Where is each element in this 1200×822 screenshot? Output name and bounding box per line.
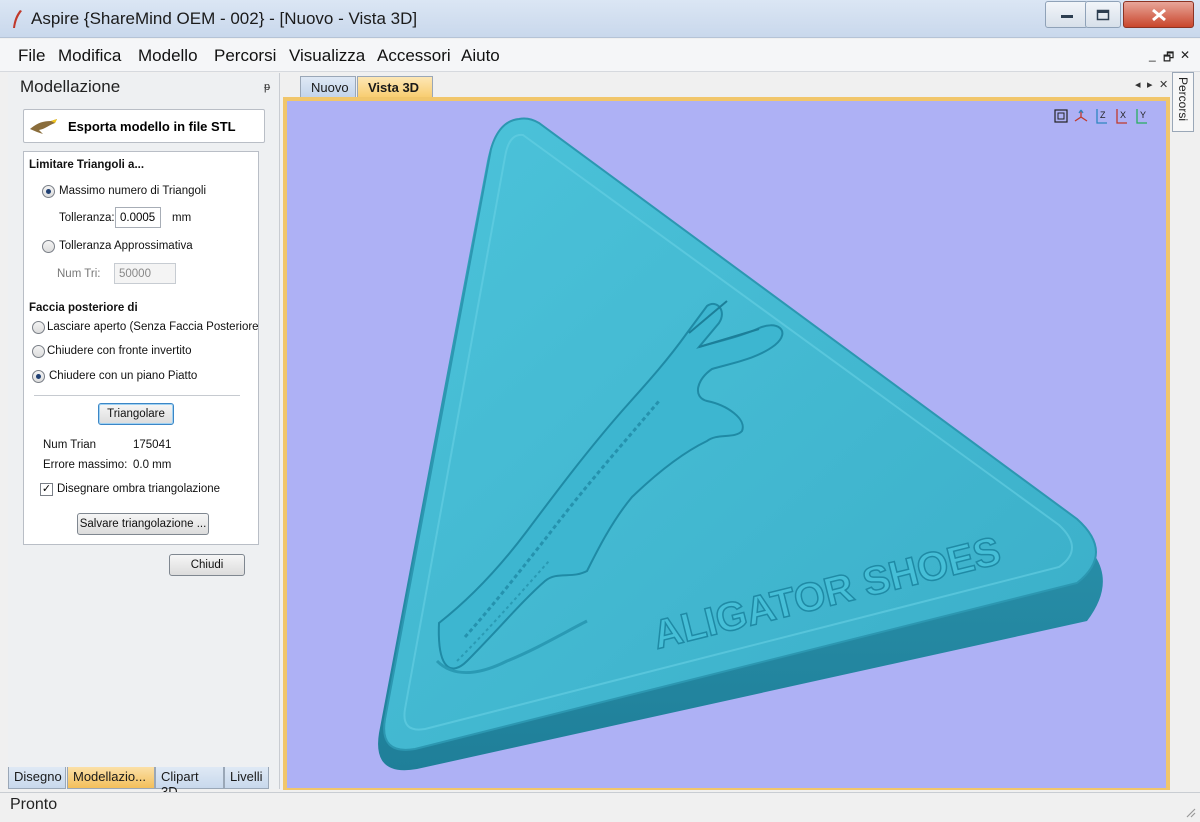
limit-section-title: Limitare Triangoli a... bbox=[29, 159, 145, 171]
maximize-button[interactable] bbox=[1085, 1, 1121, 28]
minimize-icon bbox=[1060, 14, 1073, 18]
tab-scroll-right-icon[interactable]: ▸ bbox=[1147, 78, 1153, 91]
tab-livelli[interactable]: Livelli bbox=[224, 767, 269, 789]
tab-scroll-left-icon[interactable]: ◂ bbox=[1135, 78, 1141, 91]
y-axis-label: Y bbox=[1140, 110, 1146, 120]
mdi-close-icon[interactable]: ✕ bbox=[1180, 48, 1190, 62]
mdi-minimize-icon[interactable]: _ bbox=[1149, 48, 1156, 62]
minimize-button[interactable] bbox=[1045, 1, 1088, 28]
close-window-button[interactable] bbox=[1123, 1, 1194, 28]
radio-leave-open-label: Lasciare aperto (Senza Faccia Posteriore bbox=[47, 321, 259, 333]
iso-view-icon[interactable] bbox=[1073, 107, 1089, 125]
status-bar: Pronto bbox=[0, 792, 1200, 822]
tab-clipart-3d[interactable]: Clipart 3D bbox=[155, 767, 224, 799]
plaque-top bbox=[383, 117, 1097, 751]
tolerance-unit: mm bbox=[172, 212, 192, 224]
doc-tab-vista-3d[interactable]: Vista 3D bbox=[357, 76, 433, 98]
max-error-label: Errore massimo: bbox=[43, 459, 128, 471]
radio-leave-open[interactable] bbox=[32, 321, 45, 334]
side-tab-percorsi[interactable]: Percorsi bbox=[1172, 72, 1194, 132]
save-triangulation-button[interactable]: Salvare triangolazione ... bbox=[77, 513, 209, 535]
divider bbox=[34, 395, 240, 396]
radio-approx-tolerance[interactable] bbox=[42, 240, 55, 253]
tab-modellazione[interactable]: Modellazio... bbox=[67, 767, 155, 789]
num-tri-label: Num Tri: bbox=[57, 268, 101, 280]
tolerance-label: Tolleranza: bbox=[59, 212, 115, 224]
num-trian-value: 175041 bbox=[133, 439, 172, 451]
menu-visualizza[interactable]: Visualizza bbox=[289, 46, 365, 66]
y-view-icon[interactable]: Y bbox=[1133, 107, 1149, 125]
3d-viewport[interactable]: ALIGATOR SHOES Z X Y bbox=[287, 101, 1166, 788]
aspire-logo-icon bbox=[13, 10, 22, 28]
triangulate-button[interactable]: Triangolare bbox=[98, 403, 174, 425]
x-axis-label: X bbox=[1120, 110, 1126, 120]
side-tab-label: Percorsi bbox=[1176, 77, 1190, 122]
export-title: Esporta modello in file STL bbox=[68, 119, 236, 134]
num-tri-input[interactable] bbox=[114, 263, 176, 284]
mdi-restore-icon[interactable]: 🗗 bbox=[1163, 48, 1174, 69]
title-bar: Aspire {ShareMind OEM - 002} - [Nuovo - … bbox=[0, 0, 1200, 38]
fit-view-icon[interactable] bbox=[1053, 107, 1069, 125]
relief-model: ALIGATOR SHOES bbox=[378, 117, 1103, 771]
tolerance-input[interactable] bbox=[115, 207, 161, 228]
panel-title: Modellazione bbox=[20, 77, 121, 96]
radio-max-triangles[interactable] bbox=[42, 185, 55, 198]
radio-close-inverted[interactable] bbox=[32, 345, 45, 358]
menu-bar: File Modifica Modello Percorsi Visualizz… bbox=[0, 39, 1200, 72]
max-error-value: 0.0 mm bbox=[133, 459, 172, 471]
eagle-icon bbox=[30, 119, 57, 134]
menu-percorsi[interactable]: Percorsi bbox=[214, 46, 276, 66]
radio-max-triangles-label: Massimo numero di Triangoli bbox=[59, 185, 207, 197]
close-panel-button[interactable]: Chiudi bbox=[169, 554, 245, 576]
viewport-frame: ALIGATOR SHOES Z X Y bbox=[283, 97, 1170, 790]
export-header: Esporta modello in file STL bbox=[23, 109, 265, 143]
window-title: Aspire {ShareMind OEM - 002} - [Nuovo - … bbox=[31, 9, 418, 28]
x-view-icon[interactable]: X bbox=[1113, 107, 1129, 125]
menu-file[interactable]: File bbox=[18, 46, 45, 66]
menu-modello[interactable]: Modello bbox=[138, 46, 198, 66]
back-face-section-title: Faccia posteriore di bbox=[29, 302, 138, 314]
menu-aiuto[interactable]: Aiuto bbox=[461, 46, 500, 66]
menu-accessori[interactable]: Accessori bbox=[377, 46, 451, 66]
close-icon bbox=[1151, 8, 1166, 21]
draw-shadow-label: Disegnare ombra triangolazione bbox=[57, 483, 221, 495]
radio-approx-label: Tolleranza Approssimativa bbox=[59, 240, 193, 252]
tab-disegno[interactable]: Disegno bbox=[8, 767, 66, 789]
stl-options-form: Limitare Triangoli a... Massimo numero d… bbox=[23, 151, 259, 545]
resize-grip-icon[interactable] bbox=[1184, 806, 1196, 818]
menu-modifica[interactable]: Modifica bbox=[58, 46, 121, 66]
num-trian-label: Num Trian bbox=[43, 439, 97, 451]
radio-close-inverted-label: Chiudere con fronte invertito bbox=[47, 345, 192, 357]
modeling-panel: Modellazione ᵽ Esporta modello in file S… bbox=[8, 73, 280, 789]
draw-shadow-checkbox[interactable]: ✓ bbox=[40, 483, 53, 496]
z-view-icon[interactable]: Z bbox=[1093, 107, 1109, 125]
radio-close-flat[interactable] bbox=[32, 370, 45, 383]
pin-icon[interactable]: ᵽ bbox=[264, 81, 270, 93]
maximize-icon bbox=[1096, 9, 1110, 20]
radio-close-flat-label: Chiudere con un piano Piatto bbox=[49, 370, 198, 382]
tab-close-icon[interactable]: ✕ bbox=[1159, 78, 1168, 91]
status-text: Pronto bbox=[10, 796, 58, 813]
z-axis-label: Z bbox=[1100, 110, 1106, 120]
doc-tab-nuovo[interactable]: Nuovo bbox=[300, 76, 356, 98]
